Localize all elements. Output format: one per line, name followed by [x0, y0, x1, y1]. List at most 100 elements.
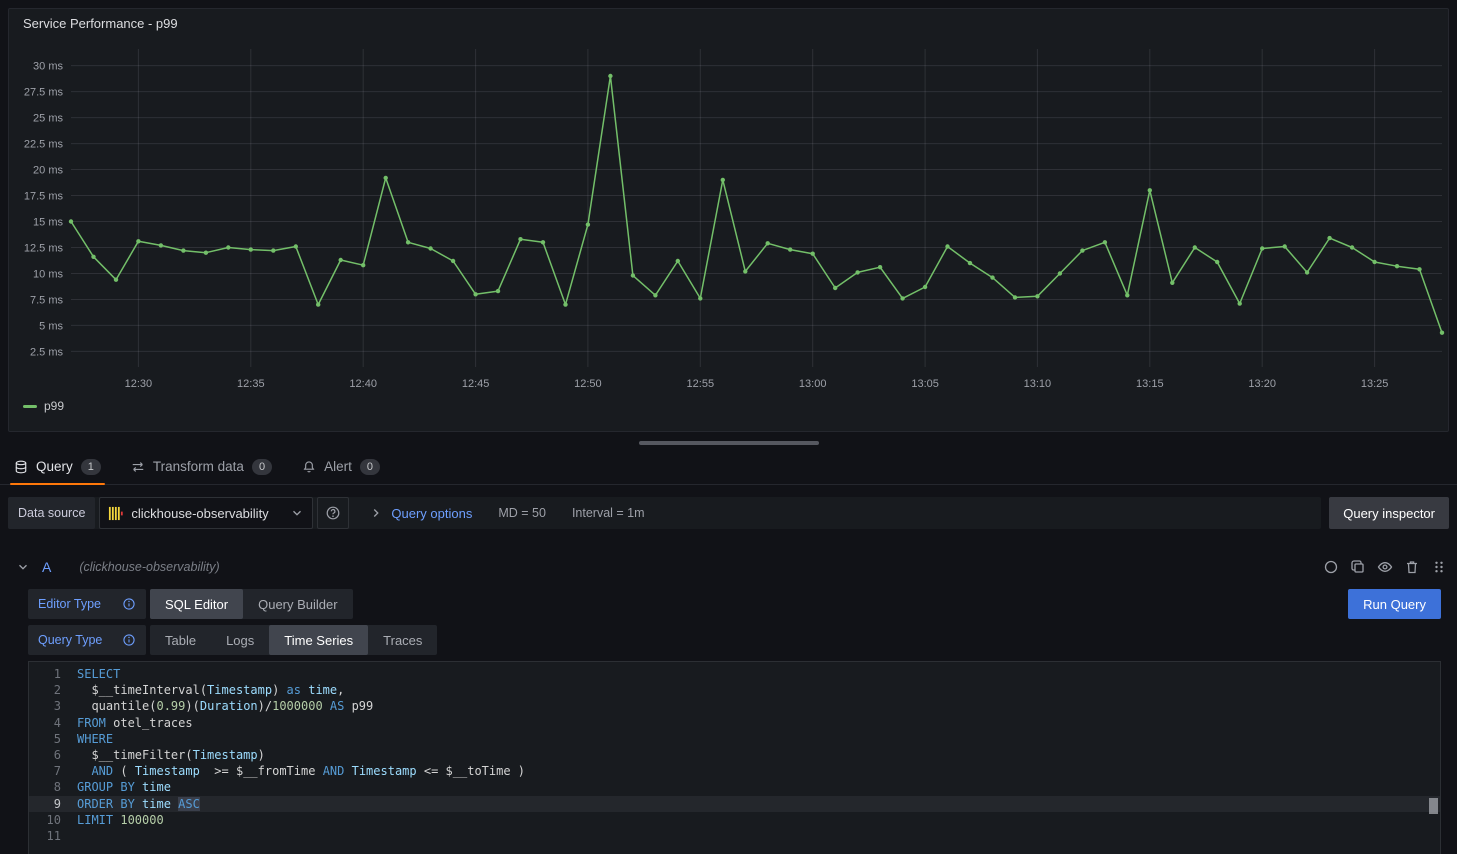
x-tick-label: 12:45	[462, 378, 490, 390]
data-point	[294, 244, 298, 248]
sql-line[interactable]: 8GROUP BY time	[29, 779, 1440, 795]
x-tick-label: 12:30	[125, 378, 153, 390]
data-point	[1440, 331, 1444, 335]
sql-line[interactable]: 9ORDER BY time ASC	[29, 796, 1440, 812]
tab-label: Query	[36, 459, 73, 474]
collapse-query-button[interactable]	[16, 560, 30, 574]
x-tick-label: 12:35	[237, 378, 265, 390]
sql-line[interactable]: 10LIMIT 100000	[29, 812, 1440, 828]
tab-label: Transform data	[153, 459, 244, 474]
tab-transform-data[interactable]: Transform data 0	[127, 449, 276, 484]
data-point	[384, 176, 388, 180]
data-point	[1035, 294, 1039, 298]
datasource-help-button[interactable]	[317, 497, 349, 529]
query-options-toggle[interactable]: Query options	[391, 506, 472, 521]
datasource-label: Data source	[8, 497, 95, 529]
clickhouse-logo-icon	[108, 506, 123, 521]
x-tick-label: 13:25	[1361, 378, 1389, 390]
query-type-table[interactable]: Table	[150, 625, 211, 655]
datasource-select[interactable]: clickhouse-observability	[99, 497, 313, 529]
sql-line[interactable]: 6 $__timeFilter(Timestamp)	[29, 747, 1440, 763]
sql-editor[interactable]: 1SELECT2 $__timeInterval(Timestamp) as t…	[28, 661, 1441, 854]
sql-line[interactable]: 1SELECT	[29, 666, 1440, 682]
query-type-row: Query Type Table Logs Time Series Traces	[28, 625, 1441, 655]
drag-handle-grip-icon[interactable]	[1431, 559, 1447, 575]
legend-label[interactable]: p99	[44, 399, 64, 413]
run-query-button[interactable]: Run Query	[1348, 589, 1441, 619]
code-text: quantile(0.99)(Duration)/1000000 AS p99	[77, 698, 373, 714]
data-point	[878, 265, 882, 269]
copy-query-icon[interactable]	[1350, 559, 1366, 575]
editor-type-group: SQL Editor Query Builder	[150, 589, 353, 619]
code-text: GROUP BY time	[77, 779, 171, 795]
sql-line[interactable]: 3 quantile(0.99)(Duration)/1000000 AS p9…	[29, 698, 1440, 714]
data-point	[1283, 244, 1287, 248]
editor-type-sql-editor[interactable]: SQL Editor	[150, 589, 243, 619]
y-tick-label: 15 ms	[33, 217, 63, 229]
y-tick-label: 10 ms	[33, 269, 63, 281]
tab-alert[interactable]: Alert 0	[298, 449, 384, 484]
code-text: SELECT	[77, 666, 120, 682]
data-point	[473, 292, 477, 296]
delete-query-trash-icon[interactable]	[1404, 559, 1420, 575]
sql-line[interactable]: 5WHERE	[29, 731, 1440, 747]
line-number: 2	[29, 682, 77, 698]
y-tick-label: 5 ms	[39, 320, 63, 332]
horizontal-scrollbar[interactable]	[639, 441, 819, 445]
panel-header[interactable]: Service Performance - p99	[9, 9, 1448, 37]
query-options-chevron[interactable]	[369, 506, 383, 520]
data-point	[226, 245, 230, 249]
question-circle-icon	[325, 505, 341, 521]
data-point	[518, 237, 522, 241]
x-tick-label: 12:40	[349, 378, 377, 390]
bell-icon	[302, 460, 316, 474]
editor-scrollbar-thumb[interactable]	[1429, 798, 1438, 814]
chart-legend: p99	[9, 395, 1448, 417]
query-row-header: A (clickhouse-observability)	[16, 555, 1447, 579]
x-tick-label: 13:00	[799, 378, 827, 390]
code-text: ORDER BY time ASC	[77, 796, 200, 812]
data-point	[1417, 267, 1421, 271]
hide-response-eye-icon[interactable]	[1377, 559, 1393, 575]
editor-tabs: Query 1 Transform data 0 Alert 0	[0, 449, 1457, 485]
editor-type-row: Editor Type SQL Editor Query Builder Run…	[28, 589, 1441, 619]
data-point	[900, 296, 904, 300]
tab-query[interactable]: Query 1	[10, 449, 105, 484]
circle-icon[interactable]	[1323, 559, 1339, 575]
query-ref-id[interactable]: A	[42, 559, 51, 575]
data-point	[69, 219, 73, 223]
info-icon[interactable]	[122, 633, 136, 647]
y-tick-label: 22.5 ms	[24, 139, 64, 151]
info-icon[interactable]	[122, 597, 136, 611]
data-point	[1215, 260, 1219, 264]
data-point	[923, 285, 927, 289]
datasource-bar: Data source clickhouse-observability	[8, 497, 1449, 529]
data-point	[496, 289, 500, 293]
query-type-traces[interactable]: Traces	[368, 625, 437, 655]
editor-type-query-builder[interactable]: Query Builder	[243, 589, 352, 619]
query-type-logs[interactable]: Logs	[211, 625, 269, 655]
code-text: FROM otel_traces	[77, 715, 193, 731]
line-number: 3	[29, 698, 77, 714]
sql-lines: 1SELECT2 $__timeInterval(Timestamp) as t…	[29, 666, 1440, 844]
data-point	[608, 74, 612, 78]
data-point	[1260, 246, 1264, 250]
sql-line[interactable]: 2 $__timeInterval(Timestamp) as time,	[29, 682, 1440, 698]
query-inspector-button[interactable]: Query inspector	[1329, 497, 1449, 529]
sql-line[interactable]: 11	[29, 828, 1440, 844]
chevron-down-icon	[16, 560, 30, 574]
sql-line[interactable]: 4FROM otel_traces	[29, 715, 1440, 731]
query-type-time-series[interactable]: Time Series	[269, 625, 368, 655]
line-number: 9	[29, 796, 77, 812]
data-point	[1238, 301, 1242, 305]
line-number: 4	[29, 715, 77, 731]
data-point	[1058, 271, 1062, 275]
x-tick-label: 13:05	[911, 378, 939, 390]
data-point	[811, 252, 815, 256]
timeseries-chart[interactable]: 2.5 ms5 ms7.5 ms10 ms12.5 ms15 ms17.5 ms…	[9, 37, 1448, 395]
chevron-right-icon	[369, 506, 383, 520]
sql-line[interactable]: 7 AND ( Timestamp >= $__fromTime AND Tim…	[29, 763, 1440, 779]
chevron-down-icon	[290, 506, 304, 520]
data-point	[990, 275, 994, 279]
y-tick-label: 27.5 ms	[24, 87, 64, 99]
